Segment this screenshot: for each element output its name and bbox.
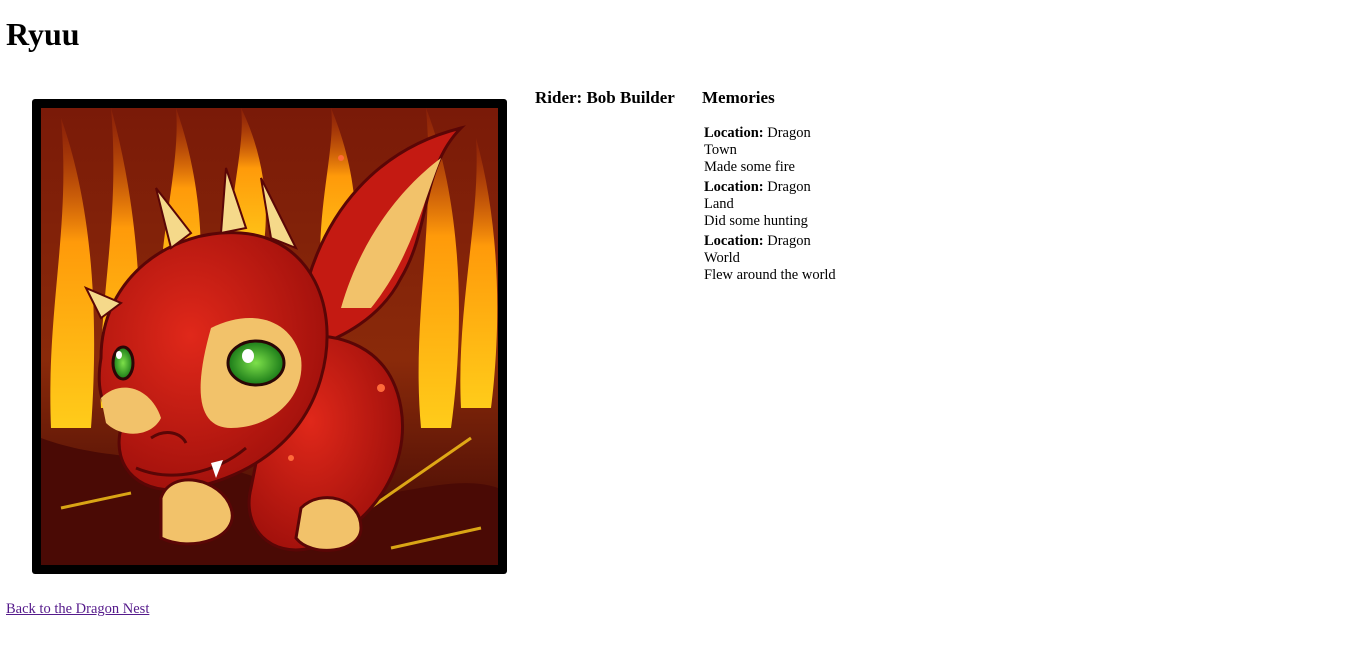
page-title: Ryuu xyxy=(6,16,80,52)
location-label: Location: xyxy=(704,179,764,195)
memory-location: Location: Dragon Town xyxy=(704,125,844,159)
red-dragon-portrait-icon xyxy=(41,108,498,565)
memory-item: Location: Dragon Town Made some fire xyxy=(704,125,844,176)
memories-heading: Memories xyxy=(702,88,775,107)
memory-item: Location: Dragon Land Did some hunting xyxy=(704,179,844,230)
location-label: Location: xyxy=(704,125,764,141)
rider-name: Rider: Bob Builder xyxy=(535,88,675,107)
memory-description: Did some hunting xyxy=(704,213,808,229)
location-label: Location: xyxy=(704,233,764,249)
memory-location: Location: Dragon Land xyxy=(704,179,844,213)
back-to-nest-link[interactable]: Back to the Dragon Nest xyxy=(6,600,149,618)
memory-location: Location: Dragon World xyxy=(704,233,844,267)
memory-description: Made some fire xyxy=(704,159,795,175)
memory-description: Flew around the world xyxy=(704,267,836,283)
dragon-profile-page: Ryuu Rider: Bob Builder Memories Locatio… xyxy=(0,0,1364,650)
dragon-portrait xyxy=(32,99,507,574)
memories-list: Location: Dragon Town Made some fire Loc… xyxy=(704,125,844,287)
memory-item: Location: Dragon World Flew around the w… xyxy=(704,233,844,284)
